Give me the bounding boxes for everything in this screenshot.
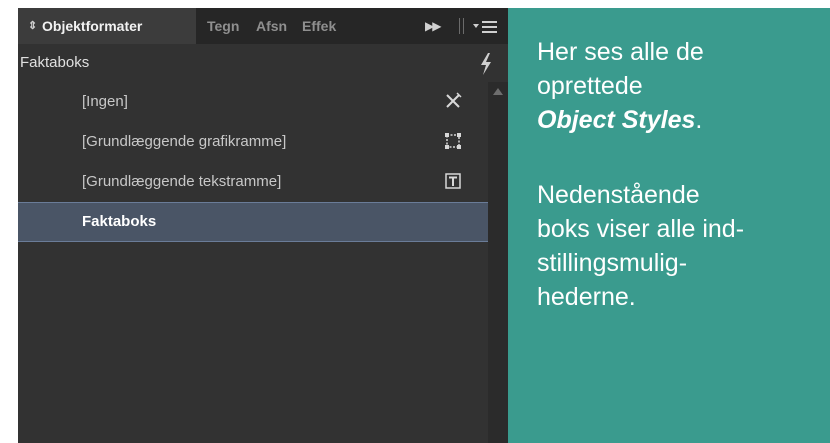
tab-objektformater[interactable]: ⇕ Objektformater — [18, 8, 196, 44]
current-style-name: Faktaboks — [20, 54, 90, 71]
tab-effek[interactable]: Effek — [302, 8, 336, 44]
panel-tab-bar: ⇕ Objektformater Tegn Afsn Effek ▶▶ — [18, 8, 508, 44]
note-line: Her ses alle de — [537, 38, 704, 66]
note-line: stillingsmulig- — [537, 249, 688, 277]
tab-tegn[interactable]: Tegn — [207, 8, 239, 44]
note-line: Nedenstående — [537, 181, 700, 209]
list-item[interactable]: [Grundlæggende grafikramme] — [18, 122, 488, 162]
styles-list: [Ingen] [Grundlæggende grafikramme] [Gru… — [18, 82, 488, 443]
annotation-box: Her ses alle de oprettede Object Styles.… — [508, 8, 830, 443]
list-item[interactable]: [Grundlæggende tekstramme] — [18, 162, 488, 202]
list-item-label: [Grundlæggende grafikramme] — [82, 133, 287, 150]
graphic-frame-icon — [445, 133, 461, 149]
panel-menu-icon[interactable] — [472, 19, 498, 35]
list-item-selected[interactable]: Faktaboks — [18, 202, 488, 242]
text-frame-icon — [445, 173, 461, 189]
fast-forward-icon[interactable]: ▶▶ — [425, 8, 442, 44]
collapse-arrows-icon[interactable]: ⇕ — [28, 8, 37, 44]
tab-label: Objektformater — [42, 18, 143, 34]
list-item[interactable]: [Ingen] — [18, 82, 488, 122]
note-line: oprettede — [537, 72, 643, 100]
note-emphasis: Object Styles — [537, 106, 696, 134]
note-line: hederne. — [537, 283, 636, 311]
note-line: Object Styles. — [537, 105, 702, 135]
list-item-label: [Ingen] — [82, 93, 128, 110]
divider — [463, 18, 464, 34]
list-item-label: Faktaboks — [82, 213, 157, 230]
list-item-label: [Grundlæggende tekstramme] — [82, 173, 282, 190]
scrollbar[interactable] — [488, 82, 508, 443]
note-punctuation: . — [695, 106, 703, 134]
note-line: boks viser alle ind- — [537, 215, 745, 243]
lightning-icon[interactable] — [479, 53, 493, 75]
current-style-row: Faktaboks — [18, 44, 508, 82]
tab-afsn[interactable]: Afsn — [256, 8, 287, 44]
scroll-up-arrow-icon[interactable] — [493, 88, 503, 95]
no-style-icon — [446, 92, 462, 108]
object-styles-panel: ⇕ Objektformater Tegn Afsn Effek ▶▶ Fakt… — [18, 8, 508, 443]
divider — [459, 18, 460, 34]
